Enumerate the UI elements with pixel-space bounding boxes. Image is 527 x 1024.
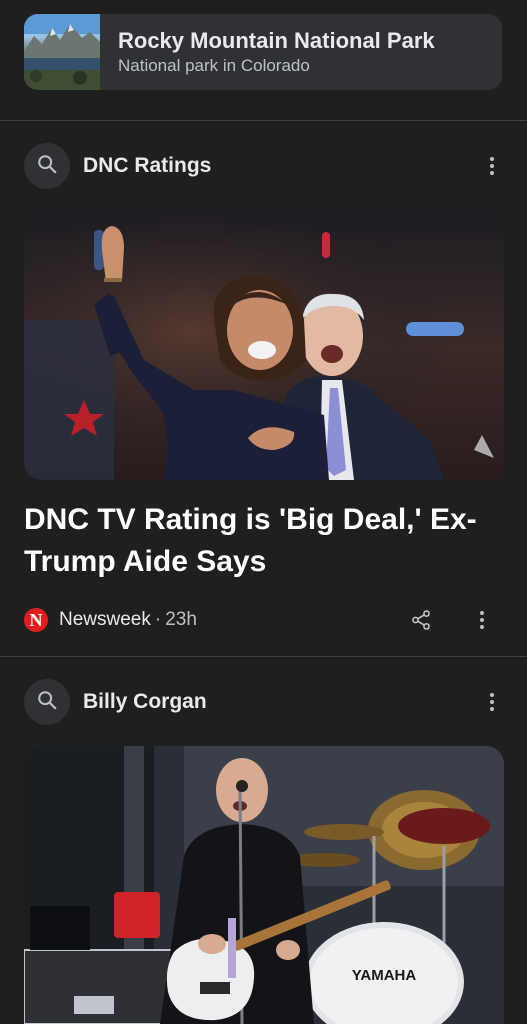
more-options-icon[interactable] [480,687,504,717]
search-icon [36,153,58,180]
article-image-billy-corgan[interactable]: YAMAHA [24,746,504,1024]
divider [0,120,527,121]
article-source-row: N Newsweek · 23h [24,605,504,635]
search-query-button[interactable] [24,143,70,189]
drum-brand-text: YAMAHA [352,967,417,984]
share-icon[interactable] [408,607,434,633]
divider [0,656,527,657]
entity-text: Rocky Mountain National Park National pa… [100,27,435,77]
search-query-button[interactable] [24,679,70,725]
article-headline[interactable]: DNC TV Rating is 'Big Deal,' Ex-Trump Ai… [24,499,494,583]
section-query-title[interactable]: Billy Corgan [83,690,207,714]
source-separator: · [154,609,162,630]
article-image-dnc[interactable] [24,210,504,480]
entity-subtitle: National park in Colorado [118,56,310,75]
section-header-billy-corgan: Billy Corgan [24,678,504,726]
search-icon [36,689,58,716]
article-source-name: Newsweek [59,609,151,630]
article-more-options-icon[interactable] [470,605,494,635]
newsweek-logo: N [24,608,48,632]
discover-feed: Rocky Mountain National Park National pa… [0,0,527,1024]
section-header-dnc: DNC Ratings [24,142,504,190]
more-options-icon[interactable] [480,151,504,181]
entity-chip-rocky-mountain[interactable]: Rocky Mountain National Park National pa… [24,14,502,90]
entity-thumbnail [24,14,100,90]
entity-title: Rocky Mountain National Park [118,28,435,53]
article-time: 23h [165,609,197,630]
section-query-title[interactable]: DNC Ratings [83,154,211,178]
